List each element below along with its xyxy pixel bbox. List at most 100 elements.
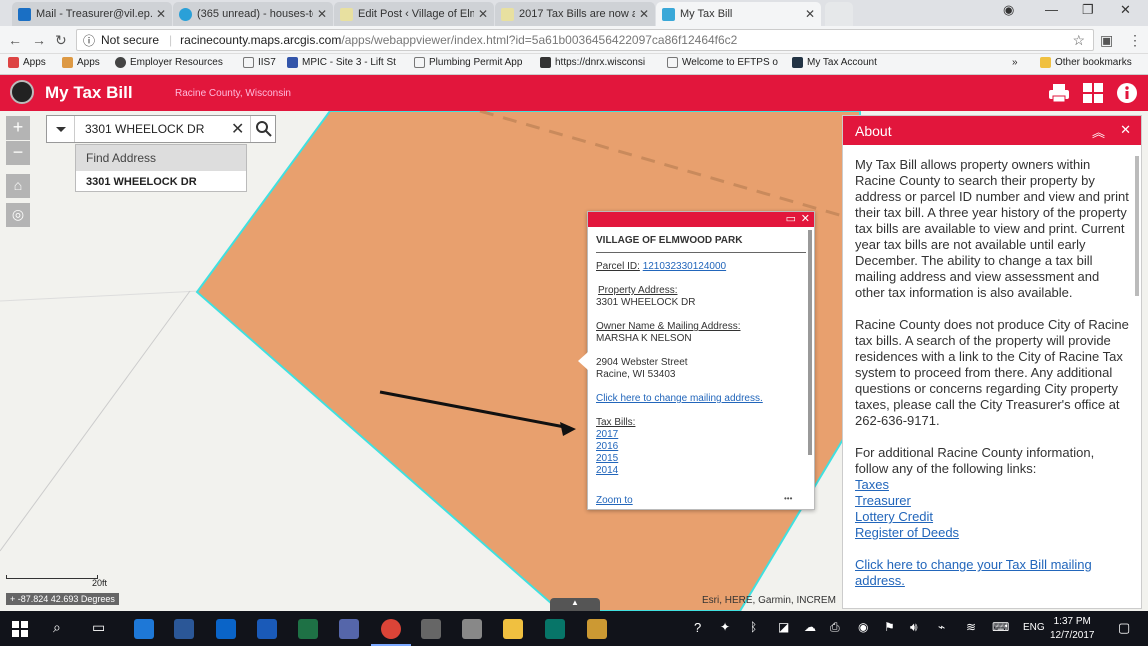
change-tax-bill-address-link[interactable]: Click here to change your Tax Bill maili… bbox=[855, 557, 1129, 589]
close-icon[interactable]: ✕ bbox=[639, 7, 649, 21]
url-input[interactable]: ⓘ Not secure | racinecounty.maps.arcgis.… bbox=[76, 29, 1094, 51]
forward-arrow-icon[interactable]: → bbox=[32, 32, 46, 48]
task-view-icon[interactable]: ▭ bbox=[92, 619, 105, 636]
tray-icon[interactable]: ◪ bbox=[778, 620, 789, 634]
tray-icon[interactable]: ✦ bbox=[720, 620, 730, 634]
chrome-icon[interactable] bbox=[381, 619, 401, 639]
zoom-in-button[interactable]: + bbox=[6, 116, 30, 140]
change-mailing-link[interactable]: Click here to change mailing address. bbox=[596, 393, 806, 405]
tray-icon[interactable]: ⌁ bbox=[938, 620, 945, 634]
bookmark-dnrx[interactable]: https://dnrx.wisconsi bbox=[540, 57, 645, 68]
bookmark-mpic[interactable]: MPIC - Site 3 - Lift St bbox=[287, 57, 396, 68]
home-icon[interactable]: ⌂ bbox=[6, 174, 30, 198]
outlook-icon[interactable] bbox=[216, 619, 236, 639]
clock[interactable]: 1:37 PM 12/7/2017 bbox=[1050, 615, 1095, 643]
language-indicator[interactable]: ENG bbox=[1023, 622, 1045, 633]
star-icon[interactable]: ☆ bbox=[1072, 32, 1085, 49]
print-icon[interactable] bbox=[1048, 82, 1070, 104]
parcel-label: Parcel ID: bbox=[596, 261, 640, 272]
grid-icon[interactable] bbox=[1082, 82, 1104, 104]
property-label: Property Address: bbox=[598, 285, 678, 296]
about-scrollbar[interactable] bbox=[1135, 156, 1139, 296]
bookmark-other[interactable]: Other bookmarks bbox=[1040, 57, 1132, 68]
clear-icon[interactable]: ✕ bbox=[231, 119, 244, 139]
info-icon[interactable]: ⓘ bbox=[83, 32, 95, 49]
search-icon[interactable]: ⌕ bbox=[53, 619, 61, 636]
calculator-icon[interactable] bbox=[462, 619, 482, 639]
notifications-icon[interactable]: ▢ bbox=[1118, 620, 1130, 636]
treasurer-link[interactable]: Treasurer bbox=[855, 493, 1129, 509]
search-source-dropdown[interactable] bbox=[47, 116, 75, 142]
zoom-out-button[interactable]: − bbox=[6, 141, 30, 165]
close-icon[interactable]: ✕ bbox=[801, 212, 810, 225]
tax-bill-2014-link[interactable]: 2014 bbox=[596, 465, 806, 477]
close-window-button[interactable]: ✕ bbox=[1120, 2, 1131, 18]
volume-icon[interactable]: 🔊︎ bbox=[910, 620, 918, 635]
bookmark-apps-1[interactable]: Apps bbox=[8, 57, 46, 68]
tab-houses[interactable]: (365 unread) - houses-to ✕ bbox=[173, 2, 333, 26]
search-button[interactable] bbox=[250, 116, 276, 142]
profile-icon[interactable]: ◉ bbox=[1003, 2, 1014, 18]
taxes-link[interactable]: Taxes bbox=[855, 477, 1129, 493]
more-actions-icon[interactable]: ••• bbox=[784, 494, 792, 503]
bookmark-my-tax-account[interactable]: My Tax Account bbox=[792, 57, 877, 68]
wifi-icon[interactable]: ≋ bbox=[966, 620, 976, 634]
excel-icon[interactable] bbox=[298, 619, 318, 639]
new-tab-button[interactable] bbox=[825, 2, 853, 26]
info-icon[interactable] bbox=[1116, 82, 1138, 104]
bookmark-apps-2[interactable]: Apps bbox=[62, 57, 100, 68]
lottery-credit-link[interactable]: Lottery Credit bbox=[855, 509, 1129, 525]
bookmark-eftps[interactable]: Welcome to EFTPS o bbox=[667, 57, 778, 68]
menu-icon[interactable]: ⋮ bbox=[1128, 32, 1142, 49]
register-of-deeds-link[interactable]: Register of Deeds bbox=[855, 525, 1129, 541]
zoom-to-link[interactable]: Zoom to bbox=[596, 495, 633, 506]
popup-scrollbar[interactable] bbox=[808, 230, 812, 455]
bookmarks-overflow[interactable]: » bbox=[1012, 57, 1018, 68]
tab-2017-tax-bills[interactable]: 2017 Tax Bills are now av ✕ bbox=[495, 2, 655, 26]
close-icon[interactable]: ✕ bbox=[478, 7, 488, 21]
locate-icon[interactable]: ◎ bbox=[6, 203, 30, 227]
extension-icon[interactable]: ▣ bbox=[1100, 32, 1113, 49]
bookmark-iis7[interactable]: IIS7 bbox=[243, 57, 276, 68]
close-icon[interactable]: ✕ bbox=[1120, 122, 1131, 138]
app-icon[interactable] bbox=[339, 619, 359, 639]
bluetooth-icon[interactable]: ᛒ bbox=[750, 620, 757, 634]
reload-icon[interactable]: ↻ bbox=[55, 32, 67, 49]
tax-bill-2017-link[interactable]: 2017 bbox=[596, 429, 806, 441]
tab-mail[interactable]: Mail - Treasurer@vil.ep.w ✕ bbox=[12, 2, 172, 26]
printer-icon[interactable]: ⎙ bbox=[830, 620, 840, 635]
mailing-line1: 2904 Webster Street bbox=[596, 357, 688, 368]
onedrive-icon[interactable] bbox=[257, 619, 277, 639]
tray-icon[interactable]: ◉ bbox=[858, 620, 868, 634]
edge-icon[interactable] bbox=[134, 619, 154, 639]
bank-app-icon[interactable] bbox=[587, 619, 607, 639]
help-icon[interactable]: ? bbox=[694, 620, 701, 635]
file-explorer-icon[interactable] bbox=[503, 619, 523, 639]
plus-icon[interactable]: + bbox=[10, 594, 15, 604]
tax-bill-2015-link[interactable]: 2015 bbox=[596, 453, 806, 465]
expand-panel-button[interactable]: ▲ bbox=[550, 598, 600, 611]
maximize-icon[interactable]: ▭ bbox=[786, 212, 796, 225]
word-icon[interactable] bbox=[174, 619, 194, 639]
windows-start-icon[interactable] bbox=[12, 621, 28, 637]
bookmark-employer-resources[interactable]: Employer Resources bbox=[115, 57, 223, 68]
maximize-button[interactable]: ❐ bbox=[1082, 2, 1094, 18]
close-icon[interactable]: ✕ bbox=[805, 7, 815, 21]
tab-edit-post[interactable]: Edit Post ‹ Village of Elmw ✕ bbox=[334, 2, 494, 26]
parcel-id-link[interactable]: 121032330124000 bbox=[643, 261, 726, 272]
suggest-item[interactable]: 3301 WHEELOCK DR bbox=[76, 171, 246, 193]
search-input[interactable]: 3301 WHEELOCK DR bbox=[85, 122, 204, 136]
collapse-icon[interactable]: ︽ bbox=[1092, 122, 1105, 141]
store-icon[interactable] bbox=[421, 619, 441, 639]
tray-icon[interactable]: ⚑ bbox=[884, 620, 895, 634]
tax-bill-2016-link[interactable]: 2016 bbox=[596, 441, 806, 453]
minimize-button[interactable]: — bbox=[1045, 2, 1058, 17]
close-icon[interactable]: ✕ bbox=[156, 7, 166, 21]
bookmark-plumbing-permit[interactable]: Plumbing Permit App bbox=[414, 57, 522, 68]
back-arrow-icon[interactable]: ← bbox=[8, 32, 22, 48]
tab-my-tax-bill[interactable]: My Tax Bill ✕ bbox=[656, 2, 821, 26]
keyboard-icon[interactable]: ⌨ bbox=[992, 620, 1009, 634]
close-icon[interactable]: ✕ bbox=[317, 7, 327, 21]
publisher-icon[interactable] bbox=[545, 619, 565, 639]
cloud-icon[interactable]: ☁ bbox=[804, 620, 816, 634]
